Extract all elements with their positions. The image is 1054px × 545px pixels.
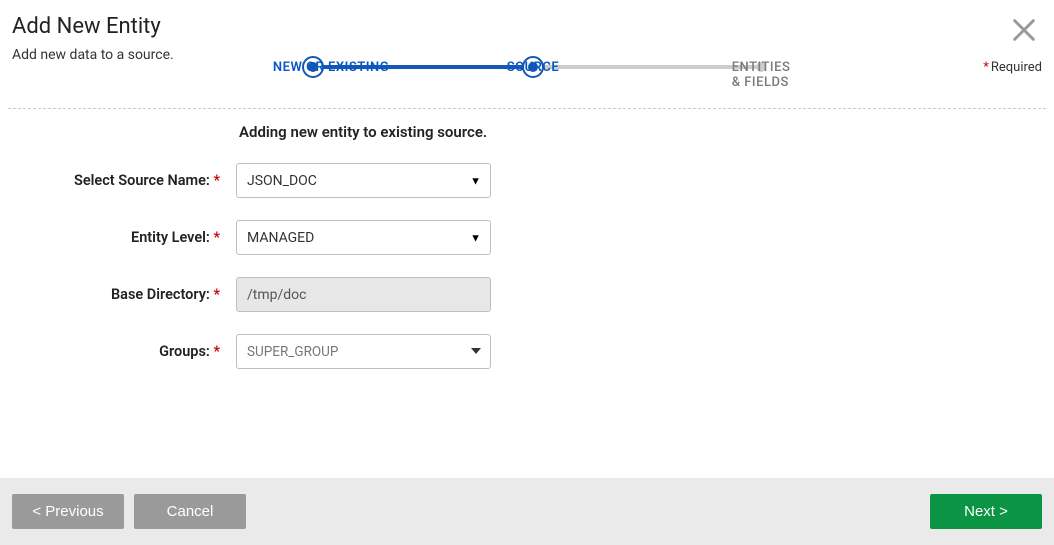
page-subtitle: Add new data to a source. (12, 47, 272, 63)
select-source-name-value: JSON_DOC (247, 173, 317, 189)
close-button[interactable] (1010, 16, 1038, 44)
label-entity-level: Entity Level: * (0, 229, 224, 246)
chevron-down-icon: ▼ (470, 231, 481, 244)
input-base-directory-value: /tmp/doc (247, 287, 306, 303)
cancel-button[interactable]: Cancel (134, 494, 246, 529)
close-icon (1010, 16, 1038, 44)
next-button[interactable]: Next > (930, 494, 1042, 529)
chevron-down-icon: ▼ (470, 174, 481, 187)
select-source-name[interactable]: JSON_DOC ▼ (236, 163, 491, 198)
wizard-footer: < Previous Cancel Next > (0, 478, 1054, 545)
required-indicator: *Required (983, 60, 1042, 75)
wizard-stepper: NEW OR EXISTING SOURCE ENTITIES & FIELDS (272, 60, 792, 80)
select-entity-level-value: MANAGED (247, 230, 314, 246)
step-label-entities-fields[interactable]: ENTITIES & FIELDS (732, 60, 791, 90)
step-label-new-or-existing[interactable]: NEW OR EXISTING (273, 60, 389, 75)
form-heading: Adding new entity to existing source. (239, 123, 1054, 141)
previous-button[interactable]: < Previous (12, 494, 124, 529)
select-groups[interactable]: SUPER_GROUP (236, 334, 491, 369)
input-base-directory: /tmp/doc (236, 277, 491, 312)
select-groups-value: SUPER_GROUP (247, 344, 338, 360)
label-base-directory: Base Directory: * (0, 286, 224, 303)
chevron-down-icon (471, 344, 481, 360)
label-groups: Groups: * (0, 343, 224, 360)
page-title: Add New Entity (12, 14, 272, 39)
select-entity-level[interactable]: MANAGED ▼ (236, 220, 491, 255)
step-label-source[interactable]: SOURCE (507, 60, 560, 75)
label-source-name: Select Source Name: * (0, 172, 224, 189)
